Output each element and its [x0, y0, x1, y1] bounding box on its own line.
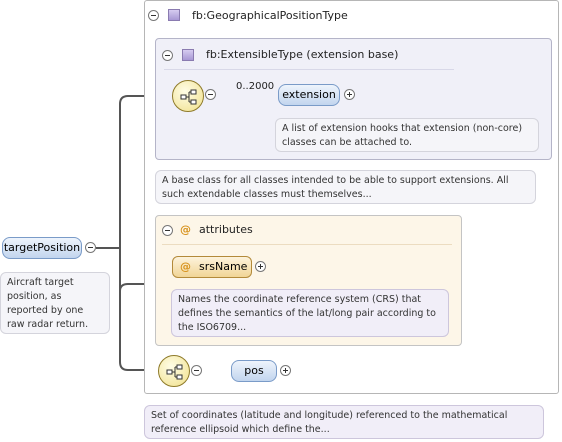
extension-element[interactable]: extension: [278, 84, 340, 106]
type-name: fb:GeographicalPositionType: [192, 9, 348, 22]
extension-doc: A list of extension hooks that extension…: [275, 118, 539, 152]
target-position-element[interactable]: targetPosition: [2, 237, 82, 259]
complex-type-icon: [168, 9, 180, 21]
collapse-minus-icon[interactable]: [162, 50, 173, 61]
sequence-compositor-icon[interactable]: [158, 355, 190, 387]
attribute-at-icon: @: [180, 223, 191, 236]
base-type-doc: A base class for all classes intended to…: [155, 170, 536, 204]
type-doc: Set of coordinates (latitude and longitu…: [144, 405, 544, 439]
attribute-at-icon: @: [180, 260, 191, 273]
target-position-doc: Aircraft target position, as reported by…: [0, 272, 110, 334]
expand-plus-icon[interactable]: [255, 261, 266, 272]
header-divider: [164, 69, 454, 70]
header-divider: [162, 244, 452, 245]
sequence-glyph-icon: [166, 364, 183, 380]
extension-occurrence: 0..2000: [236, 81, 275, 92]
collapse-minus-icon[interactable]: [148, 10, 159, 21]
sequence-glyph-icon: [180, 89, 197, 105]
pos-element[interactable]: pos: [231, 360, 277, 382]
complex-type-icon: [182, 49, 194, 61]
collapse-minus-icon[interactable]: [85, 242, 96, 253]
collapse-minus-icon[interactable]: [191, 365, 202, 376]
expand-plus-icon[interactable]: [344, 89, 355, 100]
attributes-label: attributes: [199, 223, 253, 236]
collapse-minus-icon[interactable]: [205, 89, 216, 100]
collapse-minus-icon[interactable]: [162, 225, 173, 236]
srs-name-doc: Names the coordinate reference system (C…: [171, 289, 449, 337]
base-type-name: fb:ExtensibleType (extension base): [206, 48, 399, 61]
expand-plus-icon[interactable]: [280, 365, 291, 376]
srs-name-label: srsName: [199, 260, 248, 273]
sequence-compositor-icon[interactable]: [172, 80, 204, 112]
srs-name-attribute[interactable]: @ srsName: [172, 256, 252, 278]
